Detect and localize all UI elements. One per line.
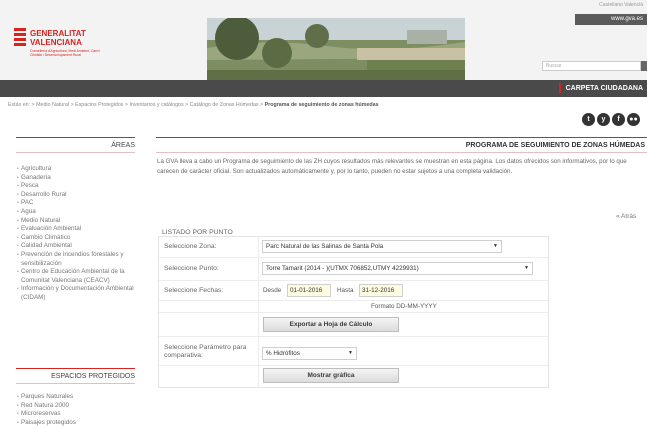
sidebar-item-red-natura[interactable]: Red Natura 2000 (17, 402, 147, 411)
desde-label: Desde (263, 287, 282, 294)
chevron-down-icon: ▼ (348, 350, 353, 356)
sidebar-item-cidam[interactable]: Información y Documentación Ambiental (C… (17, 285, 143, 302)
logo-department: Conselleria d'Agricultura, Medi Ambient,… (30, 49, 100, 57)
social-icons: t y f ●● (582, 108, 642, 126)
areas-heading: ÁREAS (16, 137, 135, 153)
carpeta-ciudadana-link[interactable]: CARPETA CIUDADANA (558, 80, 643, 97)
twitter-icon[interactable]: t (582, 113, 595, 126)
row-grafica: Mostrar gráfica (159, 365, 548, 387)
search-button[interactable] (641, 61, 647, 71)
sidebar-item-microreservas[interactable]: Microreservas (17, 410, 147, 419)
zona-label: Seleccione Zona: (164, 243, 217, 250)
punto-select[interactable]: Torre Tamarit (2014 - )(UTMX 706852,UTMY… (262, 262, 533, 275)
zona-select[interactable]: Parc Natural de las Salinas de Santa Pol… (262, 240, 502, 253)
search-input[interactable]: Buscar (542, 61, 641, 71)
gva-link[interactable]: www.gva.es (575, 14, 647, 25)
sidebar-item-medio-natural[interactable]: Medio Natural (17, 217, 147, 226)
sidebar-item-paisajes[interactable]: Paisajes protegidos (17, 419, 147, 428)
flickr-icon[interactable]: ●● (627, 113, 640, 126)
main-nav-bar (0, 80, 647, 97)
row-export: Exportar a Hoja de Cálculo (159, 312, 548, 337)
site-header: GENERALITAT VALENCIANA Conselleria d'Agr… (0, 0, 647, 84)
sidebar-item-agua[interactable]: Agua (17, 208, 147, 217)
show-chart-button[interactable]: Mostrar gráfica (263, 368, 399, 383)
logo-line-2: VALENCIANA (30, 38, 82, 47)
generalitat-logo[interactable]: GENERALITAT VALENCIANA Conselleria d'Agr… (14, 26, 124, 74)
sidebar-item-parques-naturales[interactable]: Parques Naturales (17, 393, 147, 402)
punto-select-value: Torre Tamarit (2014 - )(UTMX 706852,UTMY… (266, 265, 419, 272)
sidebar-item-agricultura[interactable]: Agricultura (17, 165, 147, 174)
breadcrumb-path[interactable]: Estás en: > Medio Natural > Espacios Pro… (8, 102, 263, 108)
sidebar-item-ganaderia[interactable]: Ganadería (17, 174, 147, 183)
sidebar-item-ceacv[interactable]: Centro de Educación Ambiental de la Comu… (17, 268, 143, 285)
row-parametro: Seleccione Parámetro para comparativa: %… (159, 336, 548, 366)
zona-select-value: Parc Natural de las Salinas de Santa Pol… (266, 243, 384, 250)
espacios-list: Parques Naturales Red Natura 2000 Micror… (17, 393, 147, 427)
sidebar-item-desarrollo-rural[interactable]: Desarrollo Rural (17, 191, 147, 200)
logo-line-1: GENERALITAT (30, 29, 86, 38)
espacios-heading: ESPACIOS PROTEGIDOS (16, 368, 135, 384)
breadcrumb: Estás en: > Medio Natural > Espacios Pro… (8, 101, 488, 109)
parametro-label: Seleccione Parámetro para comparativa: (164, 344, 247, 359)
fechas-label: Seleccione Fechas: (164, 287, 224, 294)
youtube-icon[interactable]: y (597, 113, 610, 126)
sidebar-item-evaluacion-ambiental[interactable]: Evaluación Ambiental (17, 225, 147, 234)
chevron-down-icon: ▼ (524, 265, 529, 271)
sidebar-item-cambio-climatico[interactable]: Cambio Climático (17, 234, 147, 243)
row-zona: Seleccione Zona: Parc Natural de las Sal… (159, 237, 548, 258)
row-fechas: Seleccione Fechas: Desde 01-01-2016 Hast… (159, 280, 548, 301)
listado-heading: LISTADO POR PUNTO (162, 229, 233, 236)
chevron-down-icon: ▼ (493, 243, 498, 249)
parametro-select[interactable]: % Hidrófitos ▼ (262, 347, 357, 360)
sidebar-item-pac[interactable]: PAC (17, 199, 147, 208)
intro-text: La GVA lleva a cabo un Programa de segui… (157, 158, 627, 175)
parametro-select-value: % Hidrófitos (266, 350, 300, 357)
landscape-banner (207, 18, 465, 83)
export-spreadsheet-button[interactable]: Exportar a Hoja de Cálculo (263, 317, 399, 332)
carpeta-label: CARPETA CIUDADANA (565, 85, 643, 92)
language-links[interactable]: Castellano Valencià (599, 2, 643, 8)
row-punto: Seleccione Punto: Torre Tamarit (2014 - … (159, 257, 548, 281)
hasta-date-input[interactable]: 31-12-2016 (359, 284, 403, 297)
areas-list: Agricultura Ganadería Pesca Desarrollo R… (17, 165, 147, 303)
sidebar-item-pesca[interactable]: Pesca (17, 182, 147, 191)
sidebar-item-calidad-ambiental[interactable]: Calidad Ambiental (17, 242, 147, 251)
facebook-icon[interactable]: f (612, 113, 625, 126)
date-format-hint: Formato DD-MM-YYYY (371, 303, 437, 310)
page-title: PROGRAMA DE SEGUIMIENTO DE ZONAS HÚMEDAS (156, 137, 647, 153)
back-link[interactable]: « Atrás (616, 213, 636, 220)
hasta-label: Hasta (337, 287, 354, 294)
breadcrumb-current: Programa de seguimiento de zonas húmedas (264, 102, 379, 108)
punto-label: Seleccione Punto: (164, 265, 219, 272)
generalitat-emblem-icon (14, 28, 26, 50)
query-form: Seleccione Zona: Parc Natural de las Sal… (158, 236, 549, 388)
desde-date-input[interactable]: 01-01-2016 (287, 284, 331, 297)
sidebar-item-prevencion-incendios[interactable]: Prevención de incendios forestales y sen… (17, 251, 139, 268)
